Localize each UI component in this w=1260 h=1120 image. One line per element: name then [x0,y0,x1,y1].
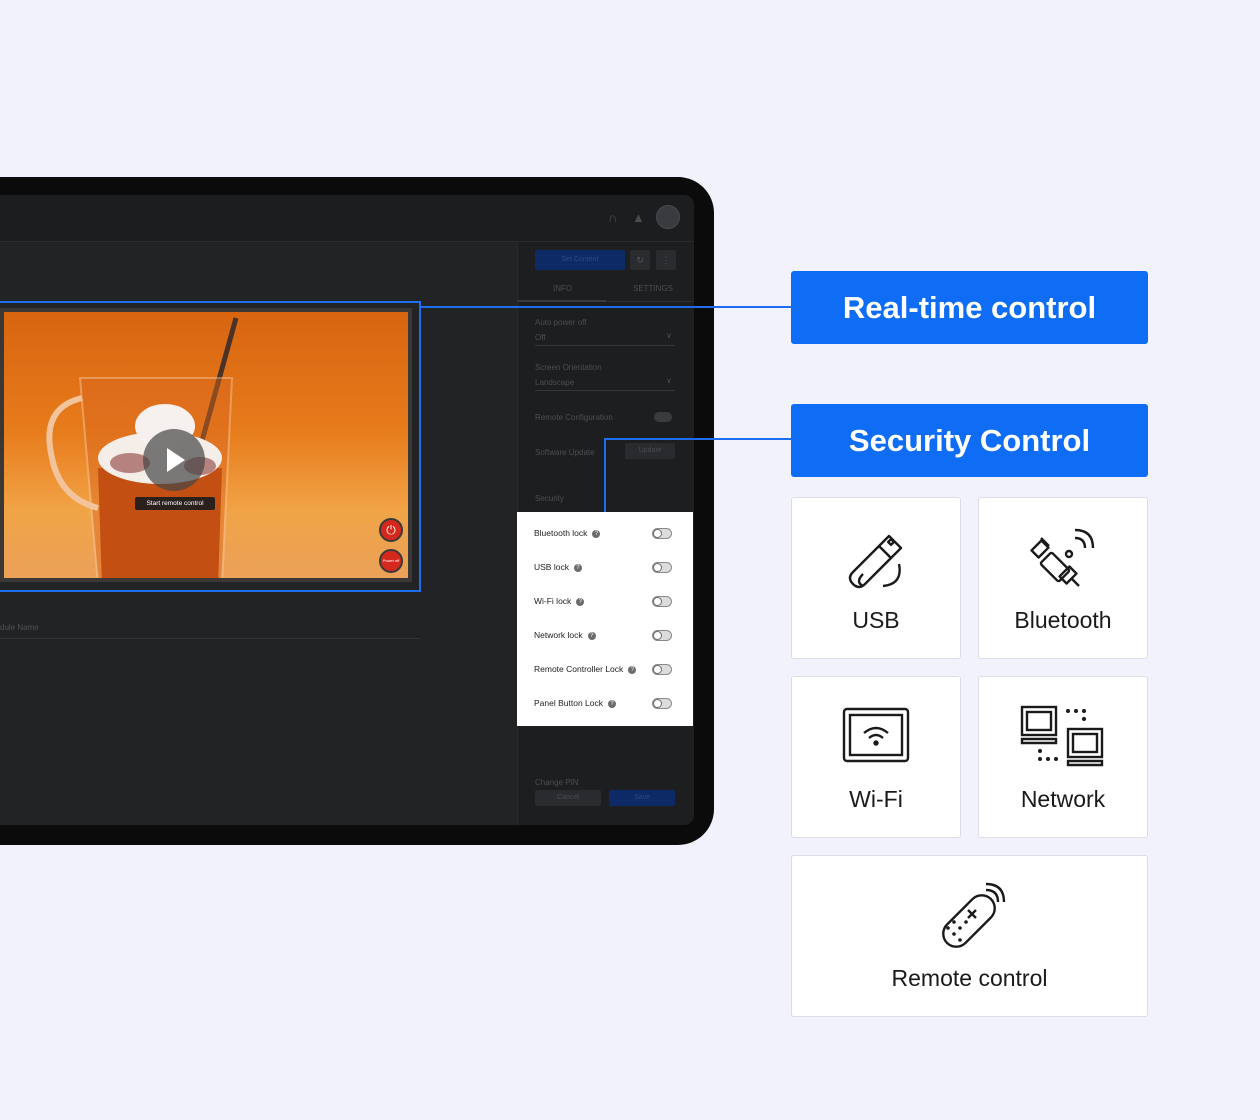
module-name-underline [0,638,420,639]
usb-card-label: USB [852,607,900,633]
divider [535,390,675,391]
wifi-card: Wi-Fi [791,676,961,838]
security-connector-line-vertical [604,438,606,512]
security-section-label: Security [535,494,564,503]
wifi-lock-label: Wi-Fi lock? [534,596,585,606]
wifi-lock-row: Wi-Fi lock? [534,592,674,612]
remote-controller-lock-row: Remote Controller Lock? [534,660,674,680]
network-lock-toggle[interactable] [652,630,672,641]
screen-orientation-value[interactable]: Landscape [535,378,574,387]
security-connector-line [604,438,791,440]
remote-configuration-label: Remote Configuration [535,413,613,422]
help-icon: ? [587,632,596,640]
remote-controller-lock-label: Remote Controller Lock? [534,664,637,674]
realtime-highlight-frame [0,301,421,592]
panel-button-lock-label: Panel Button Lock? [534,698,616,708]
wifi-card-label: Wi-Fi [849,786,903,812]
usb-card: USB [791,497,961,659]
tab-info[interactable]: INFO [553,284,572,293]
chevron-down-icon[interactable]: ∨ [666,376,672,385]
tab-settings[interactable]: SETTINGS [633,284,673,293]
remote-control-card: Remote control [791,855,1148,1017]
wifi-lock-toggle[interactable] [652,596,672,607]
refresh-icon[interactable]: ↻ [630,250,650,270]
cancel-button[interactable]: Cancel [535,790,601,806]
bluetooth-lock-toggle[interactable] [652,528,672,539]
save-button[interactable]: Save [609,790,675,806]
bluetooth-card-label: Bluetooth [1014,607,1112,633]
auto-power-off-label: Auto power off [535,318,587,327]
bluetooth-lock-label: Bluetooth lock? [534,528,601,538]
security-popup: Bluetooth lock? USB lock? Wi-Fi lock? Ne… [517,512,693,726]
update-button[interactable]: Update [625,443,675,459]
headset-icon[interactable]: ∩ [608,210,617,225]
security-control-callout: Security Control [791,404,1148,477]
help-icon: ? [592,530,601,538]
help-icon: ? [608,700,616,708]
top-bar: ∩ ▲ [0,195,694,242]
remote-control-card-label: Remote control [891,965,1048,991]
remote-configuration-toggle[interactable] [654,412,672,422]
bell-icon[interactable]: ▲ [632,210,645,225]
screen-orientation-label: Screen Orientation [535,363,602,372]
bluetooth-lock-row: Bluetooth lock? [534,524,674,544]
software-update-label: Software Update [535,448,595,457]
realtime-connector-line [421,306,791,308]
panel-button-lock-row: Panel Button Lock? [534,694,674,714]
remote-controller-lock-toggle[interactable] [652,664,672,675]
network-card: Network [978,676,1148,838]
divider [535,345,675,346]
network-lock-row: Network lock? [534,626,674,646]
bluetooth-card: Bluetooth [978,497,1148,659]
realtime-control-callout: Real-time control [791,271,1148,344]
module-name-label: dule Name [0,623,39,632]
help-icon: ? [576,598,585,606]
usb-lock-label: USB lock? [534,562,582,572]
panel-button-lock-toggle[interactable] [652,698,672,709]
usb-lock-row: USB lock? [534,558,674,578]
avatar[interactable] [656,205,680,229]
network-lock-label: Network lock? [534,630,596,640]
tab-active-indicator [518,300,606,302]
auto-power-off-value[interactable]: Off [535,333,546,342]
usb-lock-toggle[interactable] [652,562,672,573]
more-icon[interactable]: ⋮ [656,250,676,270]
network-card-label: Network [1020,786,1106,812]
set-content-button[interactable]: Set Content [535,250,625,270]
network-icon [1020,705,1104,767]
usb-icon [848,534,903,589]
change-pin-label-2: Change PIN [535,778,579,787]
help-icon: ? [573,564,582,572]
chevron-down-icon[interactable]: ∨ [666,331,672,340]
remote-control-icon [941,882,1005,948]
help-icon: ? [628,666,637,674]
wifi-icon [842,707,910,763]
bluetooth-icon [1030,528,1095,587]
